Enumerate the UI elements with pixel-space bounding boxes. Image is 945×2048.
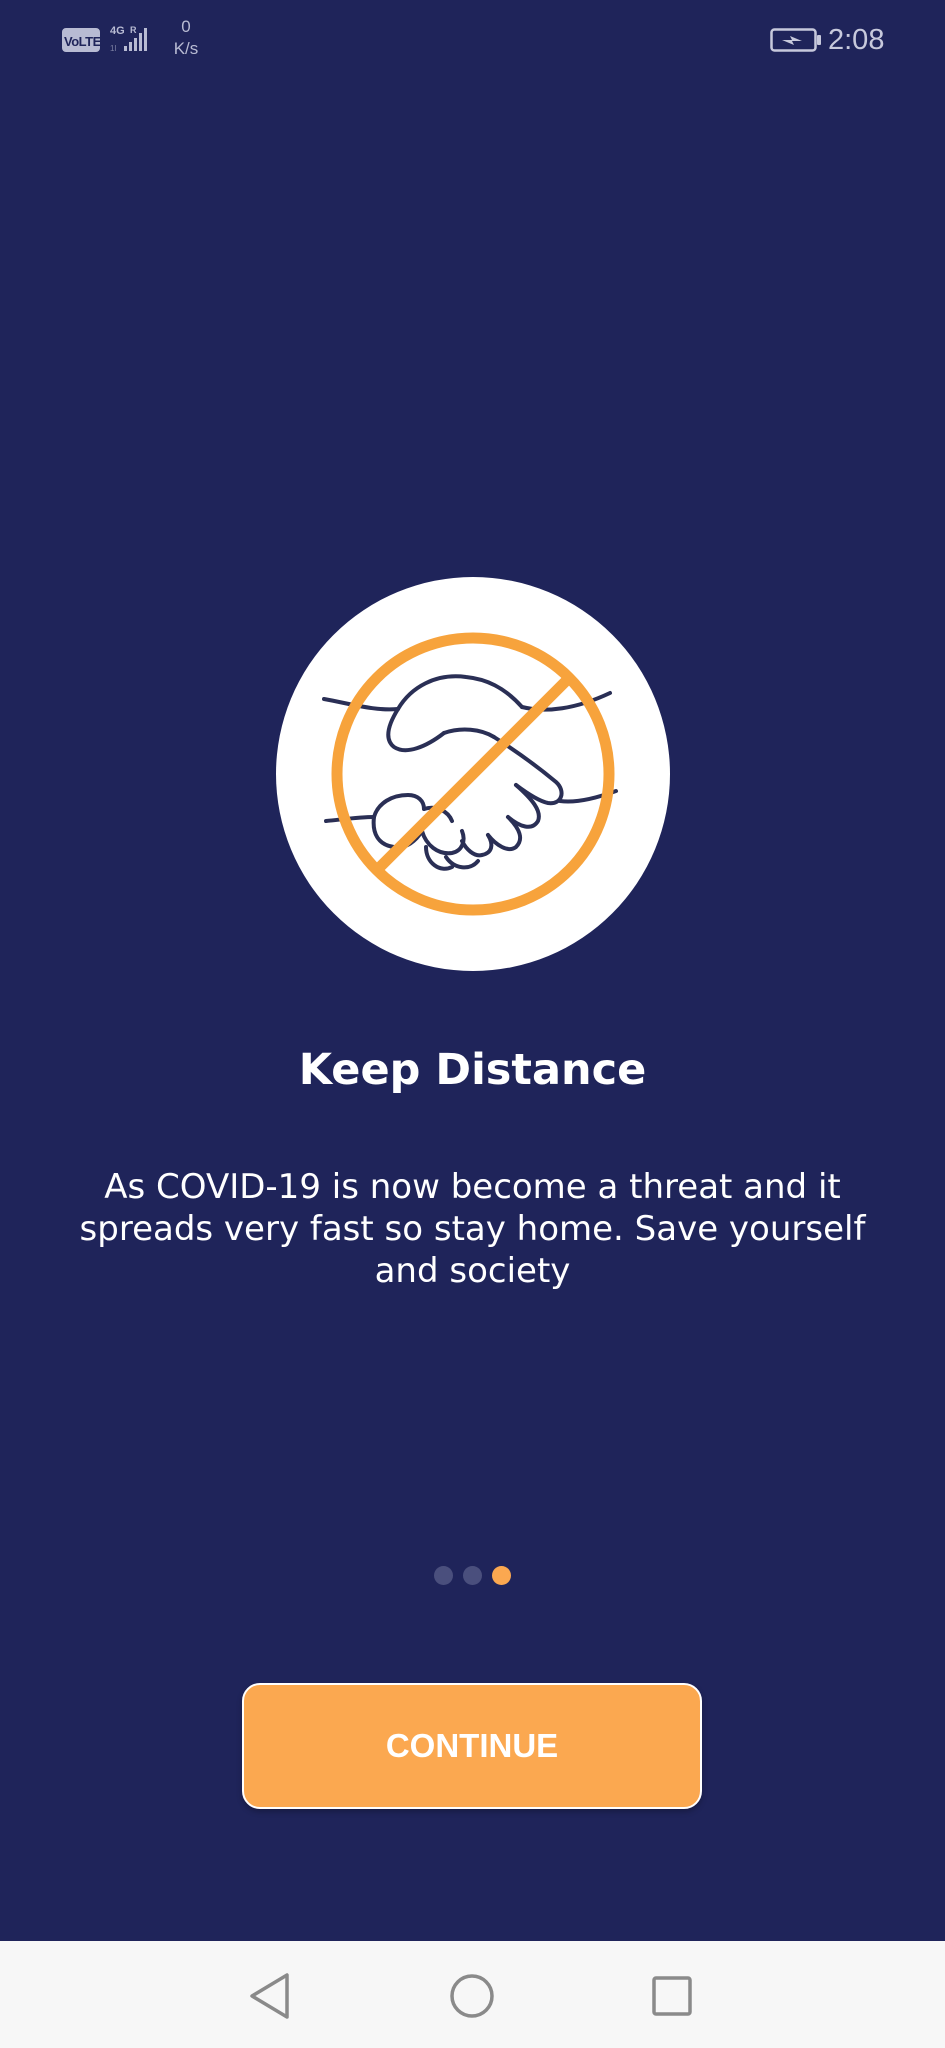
network-speed-unit: K/s <box>173 39 199 58</box>
back-triangle-icon[interactable] <box>235 1961 305 2031</box>
status-time: 2:08 <box>828 24 885 56</box>
signal-icon: 4G R 1l <box>108 24 156 56</box>
battery-charging-icon <box>770 27 822 53</box>
page-dot-3-active[interactable] <box>492 1566 511 1585</box>
status-bar: VoLTE 4G R 1l 0 K/s 2:08 <box>0 0 945 80</box>
page-title: Keep Distance <box>298 1045 647 1095</box>
volte-icon: VoLTE <box>62 28 101 52</box>
recents-square-icon[interactable] <box>637 1961 707 2031</box>
page-dot-1[interactable] <box>434 1566 453 1585</box>
network-speed: 0 K/s <box>168 16 204 60</box>
svg-text:R: R <box>130 25 137 35</box>
keep-distance-illustration <box>276 577 670 971</box>
home-circle-icon[interactable] <box>437 1961 507 2031</box>
onboarding-screen: VoLTE 4G R 1l 0 K/s 2:08 Keep Distance A… <box>0 0 945 2048</box>
svg-text:4G: 4G <box>110 25 125 37</box>
svg-text:1l: 1l <box>110 44 116 53</box>
page-description: As COVID-19 is now become a threat and i… <box>79 1167 866 1291</box>
network-speed-value: 0 <box>181 17 191 36</box>
continue-button[interactable]: CONTINUE <box>242 1683 702 1809</box>
page-indicator <box>0 1566 945 1586</box>
system-nav-bar <box>0 1941 945 2048</box>
no-handshake-icon <box>322 632 618 916</box>
page-dot-2[interactable] <box>463 1566 482 1585</box>
